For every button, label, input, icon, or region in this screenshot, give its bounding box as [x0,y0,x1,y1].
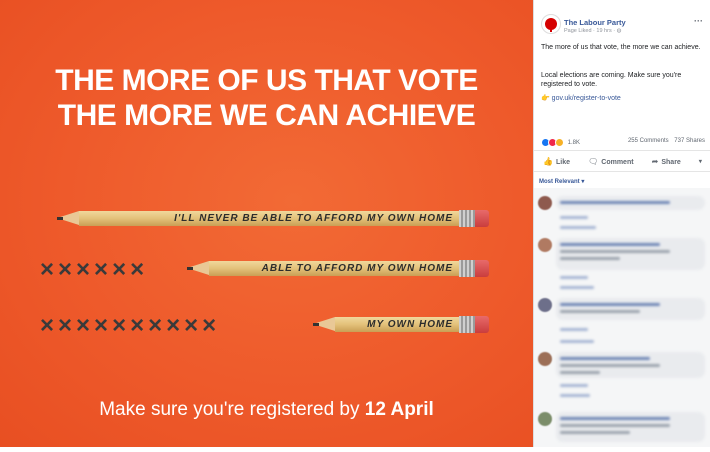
more-options-icon[interactable]: ··· [694,16,703,26]
comment-item[interactable] [538,238,707,293]
comment-button[interactable]: 🗨 Comment [588,157,633,166]
comment-item[interactable] [538,196,707,236]
pencil-2-text: ABLE TO AFFORD MY OWN HOME [261,263,453,274]
register-link[interactable]: 👉 gov.uk/register-to-vote [541,94,621,102]
speech-bubble-icon: 🗨 [588,156,599,166]
reactions-icons[interactable] [541,138,564,147]
post-paragraph-1: The more of us that vote, the more we ca… [541,44,701,51]
pencil-1-text: I'LL NEVER BE ABLE TO AFFORD MY OWN HOME [174,213,453,224]
crosses-row-3: ×××××××××× [40,312,221,339]
register-link-text[interactable]: gov.uk/register-to-vote [552,95,621,102]
avatar [538,298,552,312]
headline-line-1: THE MORE OF US THAT VOTE [55,64,478,97]
footer-text: Make sure you're registered by [99,399,365,420]
like-button[interactable]: 👍 Like [543,157,570,166]
facebook-post-panel: The Labour Party Page Liked · 19 hrs · ◍… [533,0,710,447]
headline-line-2: THE MORE WE CAN ACHIEVE [57,99,476,132]
share-arrow-icon: ➦ [651,156,659,166]
pencil-3: MY OWN HOME [313,316,489,333]
labour-rose-logo[interactable] [541,14,561,34]
post-paragraph-2: Local elections are coming. Make sure yo… [541,72,682,88]
pencil-2: ABLE TO AFFORD MY OWN HOME [187,260,489,277]
poster-footer: Make sure you're registered by 12 April [0,399,533,421]
avatar [538,352,552,366]
pencil-1: I'LL NEVER BE ABLE TO AFFORD MY OWN HOME [57,210,489,227]
comments-list [534,188,710,447]
avatar [538,196,552,210]
globe-icon: ◍ [616,28,622,34]
footer-date: 12 April [364,399,434,420]
crosses-row-2: ×××××× [40,256,149,283]
wow-reaction-icon [555,138,564,147]
page-name-link[interactable]: The Labour Party [564,18,626,27]
post-meta: Page Liked · 19 hrs · ◍ [564,28,622,34]
pointing-hand-icon: 👉 [541,95,550,102]
audience-dropdown-icon[interactable]: ▾ [699,158,702,165]
comment-item[interactable] [538,352,707,402]
post-actions: 👍 Like 🗨 Comment ➦ Share ▾ [534,150,710,172]
comment-item[interactable] [538,412,707,452]
post-stats: 1.8K 255 Comments 737 Shares [541,138,705,148]
comment-sort-dropdown[interactable]: Most Relevant ▾ [539,178,584,185]
pencil-3-text: MY OWN HOME [367,319,453,330]
avatar [538,412,552,426]
campaign-poster: THE MORE OF US THAT VOTE THE MORE WE CAN… [0,0,533,447]
shares-count[interactable]: 737 Shares [674,138,705,144]
thumbs-up-icon: 👍 [543,156,554,166]
comment-item[interactable] [538,298,707,350]
share-button[interactable]: ➦ Share [652,157,681,166]
avatar [538,238,552,252]
reaction-count[interactable]: 1.8K [568,140,580,146]
comments-count[interactable]: 255 Comments [628,138,669,144]
